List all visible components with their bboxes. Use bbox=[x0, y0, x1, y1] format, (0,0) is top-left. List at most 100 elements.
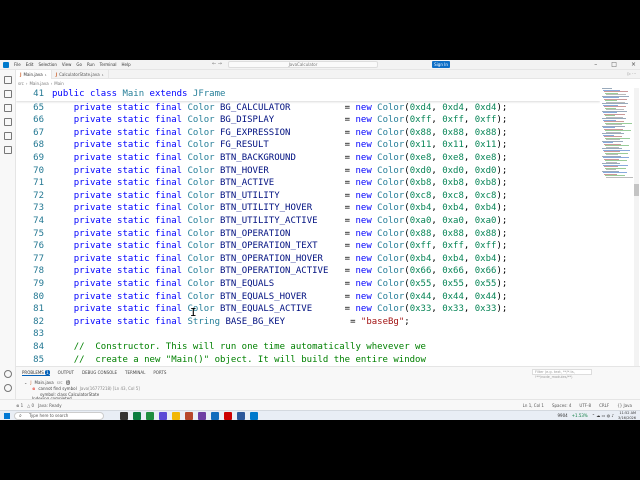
code-line[interactable]: 83 bbox=[16, 328, 600, 341]
breadcrumb-class[interactable]: Main bbox=[54, 81, 64, 86]
task-view-icon[interactable] bbox=[120, 412, 128, 420]
command-center-search[interactable]: JavaCalculator bbox=[228, 61, 378, 68]
tab-terminal[interactable]: TERMINAL bbox=[125, 370, 145, 376]
teams-icon[interactable] bbox=[159, 412, 167, 420]
code-line[interactable]: 68 private static final Color FG_RESULT … bbox=[16, 139, 600, 152]
excel-icon[interactable] bbox=[133, 412, 141, 420]
menu-terminal[interactable]: Terminal bbox=[100, 62, 117, 68]
tab-main-java[interactable]: J Main.java 1 bbox=[16, 70, 52, 79]
clock-date: 3/16/2026 bbox=[618, 415, 636, 420]
line-code: public class Main extends JFrame bbox=[52, 89, 226, 99]
problem-file-count: 1 bbox=[65, 380, 71, 385]
tab-label: CalculatorState.java bbox=[59, 72, 100, 77]
line-number: 72 bbox=[33, 190, 44, 201]
sign-in-button[interactable]: Sign In bbox=[432, 61, 450, 68]
tab-problems[interactable]: PROBLEMS 1 bbox=[22, 370, 50, 376]
menu-help[interactable]: Help bbox=[122, 62, 131, 68]
breadcrumb-file[interactable]: Main.java bbox=[29, 81, 48, 86]
search-icon: ⌕ bbox=[19, 413, 22, 419]
search-icon[interactable] bbox=[4, 90, 12, 98]
stock-change[interactable]: +1.53% bbox=[572, 412, 588, 420]
code-line[interactable]: 69 private static final Color BTN_BACKGR… bbox=[16, 152, 600, 165]
code-line[interactable]: 71 private static final Color BTN_ACTIVE… bbox=[16, 177, 600, 190]
code-line[interactable]: 70 private static final Color BTN_HOVER … bbox=[16, 165, 600, 178]
chevron-right-icon: › bbox=[25, 81, 28, 86]
settings-gear-icon[interactable] bbox=[4, 384, 12, 392]
minimap[interactable] bbox=[600, 88, 633, 178]
app-icon[interactable] bbox=[224, 412, 232, 420]
tab-ports[interactable]: PORTS bbox=[153, 370, 166, 376]
line-code: // Constructor. This will run one time a… bbox=[73, 342, 426, 352]
taskbar-clock[interactable]: 11:52 AM 3/16/2026 bbox=[618, 411, 636, 420]
stock-value[interactable]: 9904 bbox=[557, 412, 567, 420]
problem-file-row[interactable]: ⌄ J Main.java src 1 bbox=[24, 380, 71, 385]
menu-file[interactable]: File bbox=[14, 62, 21, 68]
code-line[interactable]: 73 private static final Color BTN_UTILIT… bbox=[16, 202, 600, 215]
taskbar-search-input[interactable]: ⌕ Type here to search bbox=[14, 412, 104, 420]
tab-debug-console[interactable]: DEBUG CONSOLE bbox=[82, 370, 117, 376]
menu-view[interactable]: View bbox=[62, 62, 72, 68]
scrollbar-thumb[interactable] bbox=[634, 184, 639, 196]
code-line[interactable]: 72 private static final Color BTN_UTILIT… bbox=[16, 190, 600, 203]
menu-go[interactable]: Go bbox=[76, 62, 82, 68]
menu-edit[interactable]: Edit bbox=[26, 62, 34, 68]
code-line[interactable]: 85 // create a new "Main()" object. It w… bbox=[16, 354, 600, 367]
menu-selection[interactable]: Selection bbox=[38, 62, 56, 68]
maximize-icon[interactable]: □ bbox=[611, 61, 617, 68]
word-icon[interactable] bbox=[237, 412, 245, 420]
chevron-down-icon: ⌄ bbox=[24, 380, 28, 385]
onenote-icon[interactable] bbox=[198, 412, 206, 420]
explorer-icon[interactable] bbox=[4, 76, 12, 84]
line-number: 73 bbox=[33, 203, 44, 214]
code-line[interactable]: 77 private static final Color BTN_OPERAT… bbox=[16, 253, 600, 266]
code-line[interactable]: 65 private static final Color BG_CALCULA… bbox=[16, 102, 600, 115]
vscode-taskbar-icon[interactable] bbox=[250, 412, 258, 420]
breadcrumb-folder[interactable]: src bbox=[18, 81, 24, 86]
line-number: 69 bbox=[33, 153, 44, 163]
line-number: 85 bbox=[33, 354, 44, 365]
line-number: 83 bbox=[33, 329, 44, 340]
java-file-icon: J bbox=[30, 380, 32, 385]
code-line[interactable]: 78 private static final Color BTN_OPERAT… bbox=[16, 265, 600, 278]
tray-icons[interactable]: ⌃ ☁ ▭ ◍ ♪ bbox=[592, 412, 614, 420]
nav-arrows-icon[interactable]: ← → bbox=[212, 61, 222, 67]
code-line[interactable]: 79 private static final Color BTN_EQUALS… bbox=[16, 278, 600, 291]
code-line[interactable]: 76 private static final Color BTN_OPERAT… bbox=[16, 240, 600, 253]
code-line[interactable]: 67 private static final Color FG_EXPRESS… bbox=[16, 127, 600, 140]
powerpoint-icon[interactable] bbox=[185, 412, 193, 420]
code-line[interactable]: 66 private static final Color BG_DISPLAY… bbox=[16, 114, 600, 127]
tab-output[interactable]: OUTPUT bbox=[58, 370, 74, 376]
minimize-icon[interactable]: – bbox=[594, 61, 597, 68]
windows-start-icon[interactable] bbox=[4, 413, 10, 419]
code-line[interactable]: 81 private static final Color BTN_EQUALS… bbox=[16, 303, 600, 316]
code-line[interactable]: 84 // Constructor. This will run one tim… bbox=[16, 341, 600, 354]
close-icon[interactable]: × bbox=[631, 61, 636, 68]
code-line[interactable]: 80 private static final Color BTN_EQUALS… bbox=[16, 291, 600, 304]
problems-filter-input[interactable]: Filter (e.g. text, **/*.ts, !**/node_mod… bbox=[532, 369, 592, 379]
run-debug-icon[interactable] bbox=[4, 118, 12, 126]
line-number: 74 bbox=[33, 216, 44, 226]
accounts-icon[interactable] bbox=[4, 370, 12, 378]
menu-run[interactable]: Run bbox=[87, 62, 95, 68]
code-line[interactable]: 75 private static final Color BTN_OPERAT… bbox=[16, 228, 600, 241]
file-explorer-icon[interactable] bbox=[172, 412, 180, 420]
source-control-icon[interactable] bbox=[4, 104, 12, 112]
tab-problem-count: 1 bbox=[44, 72, 47, 77]
chrome-icon[interactable] bbox=[146, 412, 154, 420]
problem-row[interactable]: ⊗ cannot find symbol Java(16777218) [Ln … bbox=[32, 386, 140, 391]
testing-icon[interactable] bbox=[4, 146, 12, 154]
line-code: private static final String BASE_BG_KEY … bbox=[73, 316, 410, 327]
extensions-icon[interactable] bbox=[4, 132, 12, 140]
taskbar-apps bbox=[120, 412, 258, 420]
code-line[interactable]: 74 private static final Color BTN_UTILIT… bbox=[16, 215, 600, 228]
editor-actions-icon[interactable]: ▷ ⋯ bbox=[628, 71, 636, 76]
problem-file-name: Main.java bbox=[34, 380, 54, 385]
line-code: private static final Color BTN_OPERATION… bbox=[73, 228, 508, 239]
problem-file-path: src bbox=[56, 380, 63, 385]
sticky-scroll-line[interactable]: 41 public class Main extends JFrame bbox=[16, 88, 600, 101]
code-line[interactable]: 82 private static final String BASE_BG_K… bbox=[16, 316, 600, 329]
line-number: 68 bbox=[33, 140, 44, 151]
tab-calculatorstate-java[interactable]: J CalculatorState.java 1 bbox=[52, 70, 109, 79]
edge-icon[interactable] bbox=[211, 412, 219, 420]
line-code: private static final Color BTN_HOVER = n… bbox=[73, 165, 508, 176]
